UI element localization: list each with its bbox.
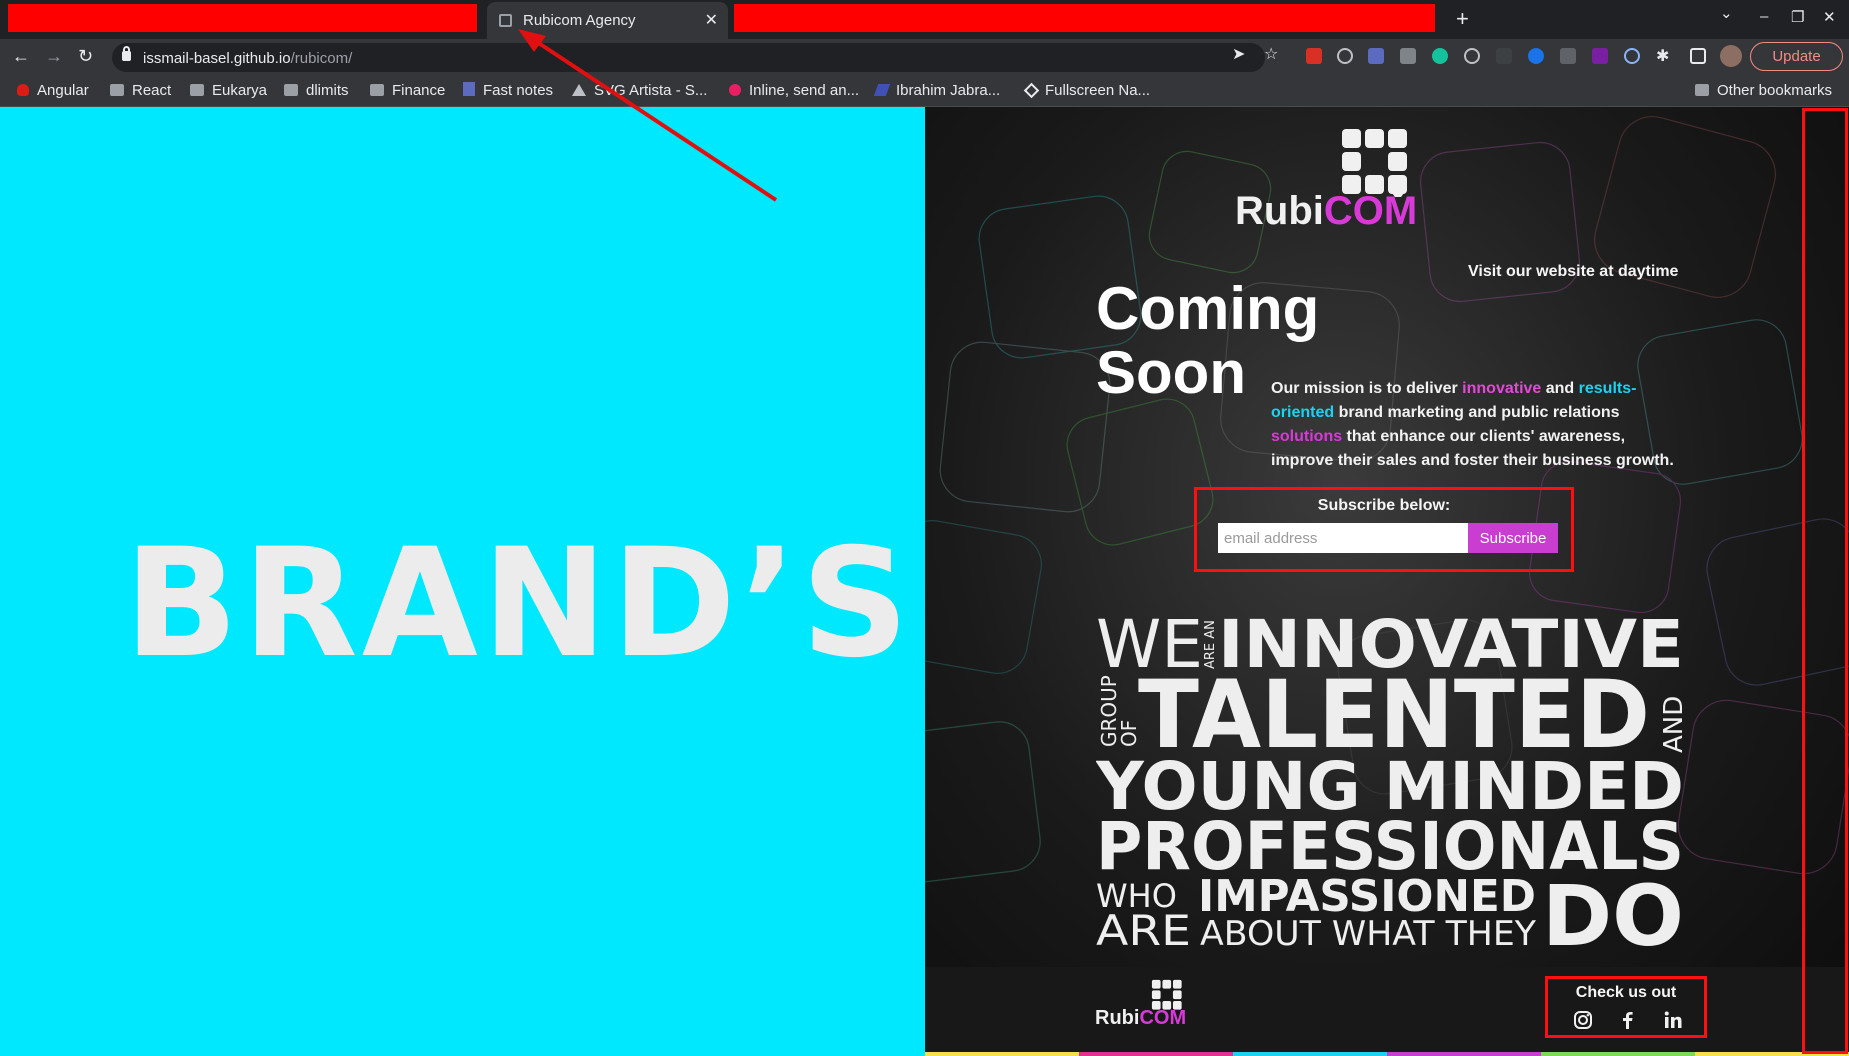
wordart-and: AND xyxy=(1659,696,1686,753)
footer-logo[interactable]: RubiCOM xyxy=(1095,979,1195,1039)
tab-rubicom[interactable]: Rubicom Agency ✕ xyxy=(487,2,728,39)
logo-grid-icon xyxy=(1342,129,1407,197)
folder-icon xyxy=(190,84,204,96)
page-viewport: BRAND’S RubiCOM Visit our website at day… xyxy=(0,107,1849,1056)
bookmark-item[interactable]: dlimits xyxy=(284,82,349,99)
mission-statement: Our mission is to deliver innovative and… xyxy=(1271,380,1674,469)
footer-color-bar xyxy=(925,1052,1849,1056)
extension-icon[interactable] xyxy=(1306,48,1322,64)
folder-icon xyxy=(110,84,124,96)
url-text: issmail-basel.github.io/rubicom/ xyxy=(143,50,353,67)
window-close-icon[interactable]: ✕ xyxy=(1823,8,1836,26)
visit-daytime-text: Visit our website at daytime xyxy=(1468,263,1679,280)
bookmark-item[interactable]: Fast notes xyxy=(463,82,553,99)
extensions-puzzle-icon[interactable]: ✱ xyxy=(1656,46,1669,66)
lock-icon[interactable] xyxy=(122,46,131,61)
bookmark-item[interactable]: Fullscreen Na... xyxy=(1023,82,1150,99)
tab-search-icon[interactable]: ⌄ xyxy=(1720,4,1733,22)
brand-headline: BRAND’S xyxy=(124,517,913,691)
folder-icon xyxy=(1695,84,1709,96)
angular-icon xyxy=(17,84,29,96)
folder-icon xyxy=(370,84,384,96)
bookmark-item[interactable]: Finance xyxy=(370,82,445,99)
mission-wordart: WE ARE AN INNOVATIVE GROUP OF TALENTED A… xyxy=(1096,607,1686,957)
facebook-icon[interactable] xyxy=(1618,1010,1638,1030)
notes-icon xyxy=(463,82,475,96)
fps-icon[interactable] xyxy=(1528,48,1544,64)
bookmarks-bar: Angular React Eukarya dlimits Finance Fa… xyxy=(0,76,1849,107)
bookmark-star-icon[interactable]: ☆ xyxy=(1264,44,1278,64)
extension-icon[interactable] xyxy=(1592,48,1608,64)
wordart-about: ABOUT WHAT THEY xyxy=(1200,914,1536,954)
subscribe-label: Subscribe below: xyxy=(1317,497,1451,514)
inline-icon xyxy=(729,84,741,96)
update-button[interactable]: Update xyxy=(1750,42,1843,71)
logo-wordmark: RubiCOM xyxy=(1235,189,1418,233)
site-icon xyxy=(873,84,891,96)
codepen-icon xyxy=(1023,82,1040,99)
annotation-highlight xyxy=(1802,108,1848,1054)
wordart-are: ARE xyxy=(1096,906,1191,955)
avatar[interactable] xyxy=(1720,45,1742,67)
grammarly-icon[interactable] xyxy=(1432,48,1448,64)
toolbar: ← → ↻ issmail-basel.github.io/rubicom/ ➤… xyxy=(0,39,1849,76)
extension-icon[interactable] xyxy=(1624,48,1640,64)
email-input[interactable] xyxy=(1218,523,1468,553)
footer-logo-wordmark: RubiCOM xyxy=(1095,1007,1187,1029)
bookmark-item[interactable]: Eukarya xyxy=(190,82,267,99)
new-tab-button[interactable]: + xyxy=(1456,6,1469,32)
extension-icon[interactable] xyxy=(1368,48,1384,64)
extension-icon[interactable] xyxy=(1400,48,1416,64)
restore-icon[interactable]: ❐ xyxy=(1791,8,1804,26)
svg-icon xyxy=(572,84,586,96)
folder-icon xyxy=(284,84,298,96)
instagram-icon[interactable] xyxy=(1573,1010,1593,1030)
extension-icon[interactable] xyxy=(1337,48,1353,64)
bookmark-item[interactable]: Ibrahim Jabra... xyxy=(873,82,1000,99)
bookmark-item[interactable]: Inline, send an... xyxy=(729,82,859,99)
footer: RubiCOM Check us out xyxy=(925,967,1849,1056)
linkedin-icon[interactable] xyxy=(1663,1010,1683,1030)
send-icon[interactable]: ➤ xyxy=(1232,44,1245,64)
side-panel-icon[interactable] xyxy=(1690,48,1706,64)
wordart-do: DO xyxy=(1542,867,1684,957)
brand-panel: BRAND’S xyxy=(0,107,925,1056)
extension-icon[interactable] xyxy=(1560,48,1576,64)
rubicom-logo: RubiCOM xyxy=(1235,127,1435,237)
redacted-tab[interactable] xyxy=(734,4,1435,32)
tab-strip: Rubicom Agency ✕ + ⌄ – ❐ ✕ xyxy=(0,0,1849,39)
check-us-out-label: Check us out xyxy=(1575,984,1677,1001)
react-devtools-icon[interactable] xyxy=(1464,48,1480,64)
bookmark-item[interactable]: Angular xyxy=(17,82,89,99)
address-bar[interactable]: issmail-basel.github.io/rubicom/ xyxy=(112,43,1265,72)
tab-close-icon[interactable]: ✕ xyxy=(705,10,718,30)
redacted-tab[interactable] xyxy=(8,4,477,32)
coming-soon-panel: RubiCOM Visit our website at daytime Com… xyxy=(925,107,1849,1056)
reload-icon[interactable]: ↻ xyxy=(78,46,93,67)
extension-icon[interactable] xyxy=(1496,48,1512,64)
favicon-icon xyxy=(499,14,512,27)
browser-window: Rubicom Agency ✕ + ⌄ – ❐ ✕ ← → ↻ issmail… xyxy=(0,0,1849,1056)
back-icon[interactable]: ← xyxy=(12,46,30,67)
tab-title: Rubicom Agency xyxy=(523,12,636,29)
subscribe-form: Subscribe below: Subscribe xyxy=(1194,487,1574,572)
minimize-icon[interactable]: – xyxy=(1760,8,1768,25)
bookmark-item[interactable]: React xyxy=(110,82,171,99)
bookmark-item[interactable]: SVG Artista - S... xyxy=(572,82,707,99)
subscribe-button[interactable]: Subscribe xyxy=(1468,523,1558,553)
forward-icon[interactable]: → xyxy=(45,46,63,67)
other-bookmarks[interactable]: Other bookmarks xyxy=(1695,82,1832,99)
social-links: Check us out xyxy=(1545,976,1707,1038)
